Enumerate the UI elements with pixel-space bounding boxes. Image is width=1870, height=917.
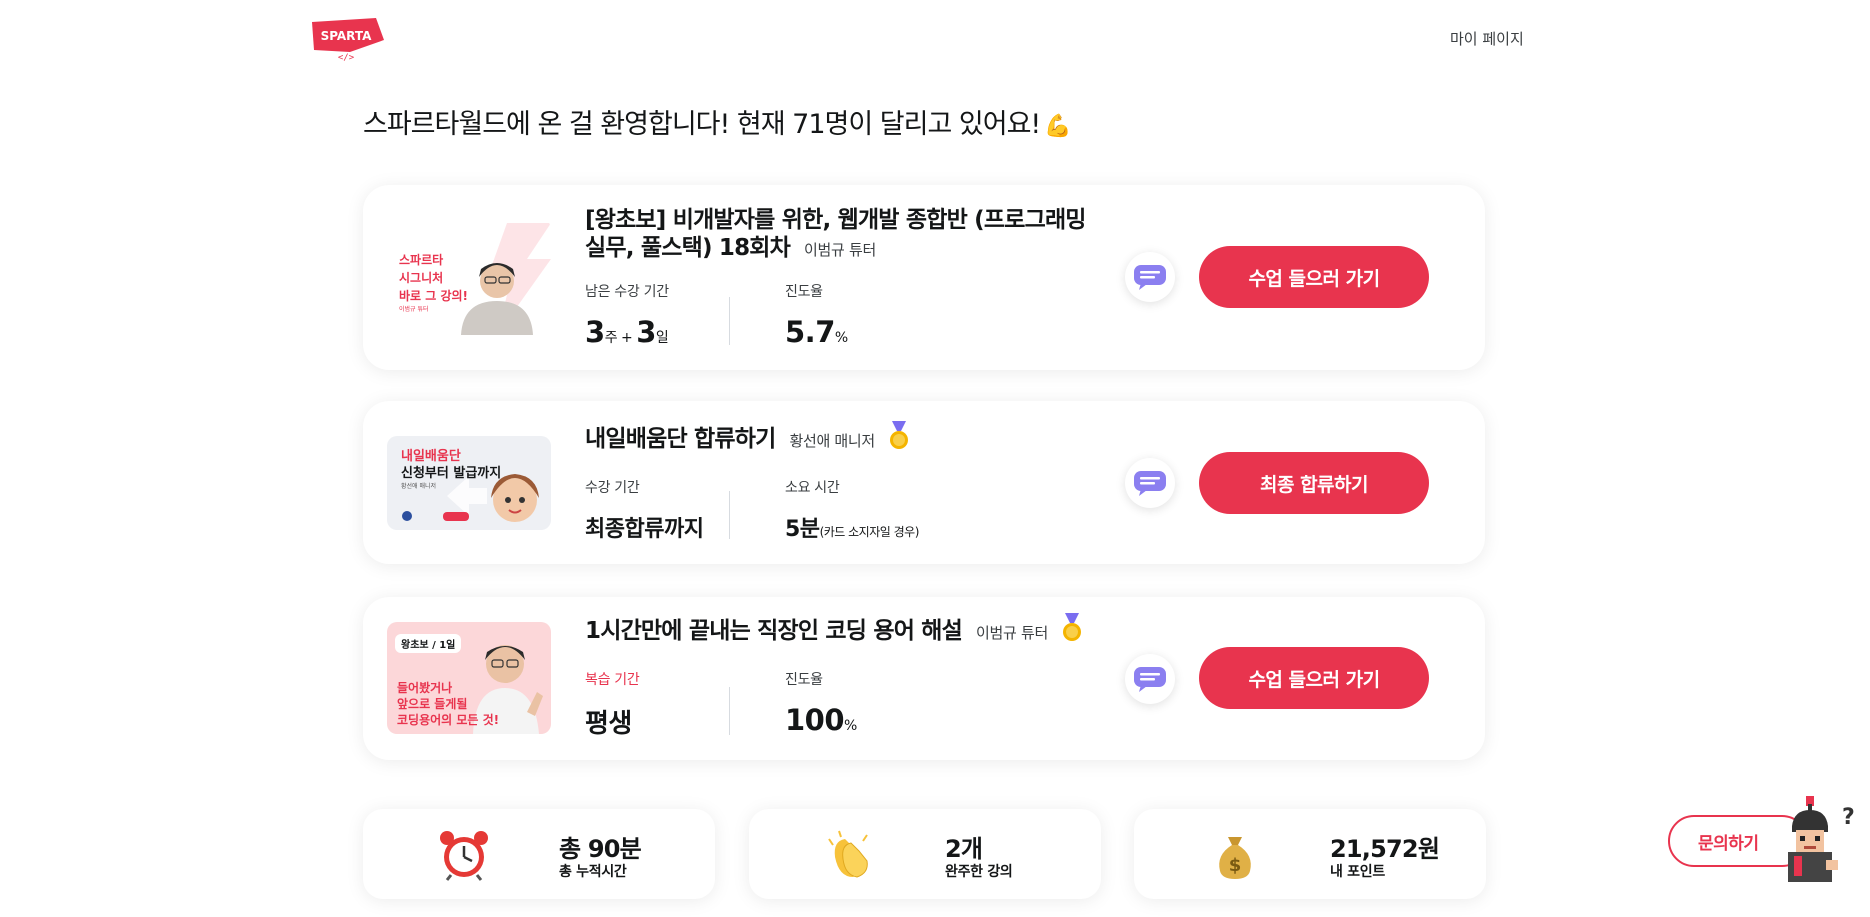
review-period: 복습 기간 평생	[585, 672, 640, 739]
points-label: 내 포인트	[1330, 864, 1385, 880]
remaining-period: 남은 수강 기간 3주 + 3일	[585, 284, 669, 349]
my-page-link[interactable]: 마이 페이지	[1450, 28, 1524, 49]
chat-button[interactable]	[1125, 458, 1175, 508]
course-card: 내일배움단 신청부터 발급까지 황선애 매니저 내일배움단 합류하기 황선애 매니…	[363, 401, 1485, 564]
divider	[729, 491, 730, 539]
total-time-value: 총 90분	[559, 835, 642, 863]
total-time-label: 총 누적시간	[559, 864, 627, 880]
sparta-mascot-icon[interactable]: ?	[1780, 796, 1856, 888]
points-card: $ 21,572원 내 포인트	[1134, 809, 1486, 899]
completed-courses-value: 2개	[945, 835, 983, 863]
thumbnail-caption: 들어봤거나 앞으로 들게될 코딩용어의 모든 것!	[397, 681, 500, 727]
course-title[interactable]: 1시간만에 끝내는 직장인 코딩 용어 해설 이범규 튜터	[585, 613, 1083, 650]
manager-name: 황선애 매니저	[789, 432, 875, 450]
progress-rate: 진도율 100%	[785, 672, 857, 737]
course-title[interactable]: [왕초보] 비개발자를 위한, 웹개발 종합반 (프로그래밍 실무, 풀스택) …	[585, 206, 1086, 264]
top-navigation: SPARTA </> 마이 페이지	[0, 0, 1870, 80]
go-to-class-button[interactable]: 수업 들으러 가기	[1199, 647, 1429, 709]
clapping-hands-icon	[828, 830, 868, 878]
course-thumbnail: 왕초보 / 1일 들어봤거나 앞으로 들게될 코딩용어의 모든 것!	[387, 622, 551, 734]
sparta-logo[interactable]: SPARTA </>	[306, 16, 386, 63]
divider	[729, 297, 730, 345]
flexed-bicep-icon: 💪	[1044, 114, 1071, 139]
course-card: 스파르타 시그니처 바로 그 강의! 이범규 튜터 [왕초보] 비개발자를 위한…	[363, 185, 1485, 370]
chat-button[interactable]	[1125, 252, 1175, 302]
completed-courses-card: 2개 완주한 강의	[749, 809, 1101, 899]
thumbnail-caption: 내일배움단 신청부터 발급까지 황선애 매니저	[401, 449, 502, 490]
svg-text:SPARTA: SPARTA	[321, 29, 373, 43]
svg-text:?: ?	[1842, 805, 1855, 830]
welcome-text: 스파르타월드에 온 걸 환영합니다! 현재 71명이 달리고 있어요!	[363, 109, 1041, 140]
course-period: 수강 기간 최종합류까지	[585, 480, 704, 542]
course-card: 왕초보 / 1일 들어봤거나 앞으로 들게될 코딩용어의 모든 것! 1시간만에…	[363, 597, 1485, 760]
thumbnail-caption: 스파르타 시그니처 바로 그 강의! 이범규 튜터	[399, 253, 469, 313]
chat-bubble-icon	[1134, 471, 1166, 496]
progress-rate: 진도율 5.7%	[785, 284, 848, 349]
completed-courses-label: 완주한 강의	[945, 864, 1013, 880]
points-value: 21,572원	[1330, 835, 1440, 863]
welcome-heading: 스파르타월드에 온 걸 환영합니다! 현재 71명이 달리고 있어요! 💪	[363, 102, 1072, 141]
divider	[729, 687, 730, 735]
course-thumbnail: 스파르타 시그니처 바로 그 강의! 이범규 튜터	[387, 219, 551, 335]
svg-text:</>: </>	[338, 53, 355, 62]
chat-button[interactable]	[1125, 654, 1175, 704]
go-to-class-button[interactable]: 수업 들으러 가기	[1199, 246, 1429, 308]
course-title[interactable]: 내일배움단 합류하기 황선애 매니저	[585, 421, 910, 458]
alarm-clock-icon	[440, 831, 488, 881]
medal-icon	[888, 421, 910, 458]
total-time-card: 총 90분 총 누적시간	[363, 809, 715, 899]
tutor-name: 이범규 튜터	[976, 624, 1048, 642]
final-join-button[interactable]: 최종 합류하기	[1199, 452, 1429, 514]
money-bag-icon: $	[1219, 837, 1251, 879]
medal-icon	[1061, 613, 1083, 650]
thumbnail-badge: 왕초보 / 1일	[395, 634, 462, 653]
svg-text:$: $	[1229, 855, 1242, 876]
chat-bubble-icon	[1134, 265, 1166, 290]
chat-bubble-icon	[1134, 667, 1166, 692]
tutor-name: 이범규 튜터	[804, 241, 876, 259]
required-time: 소요 시간 5분(카드 소지자일 경우)	[785, 480, 919, 542]
course-thumbnail: 내일배움단 신청부터 발급까지 황선애 매니저	[387, 436, 551, 530]
